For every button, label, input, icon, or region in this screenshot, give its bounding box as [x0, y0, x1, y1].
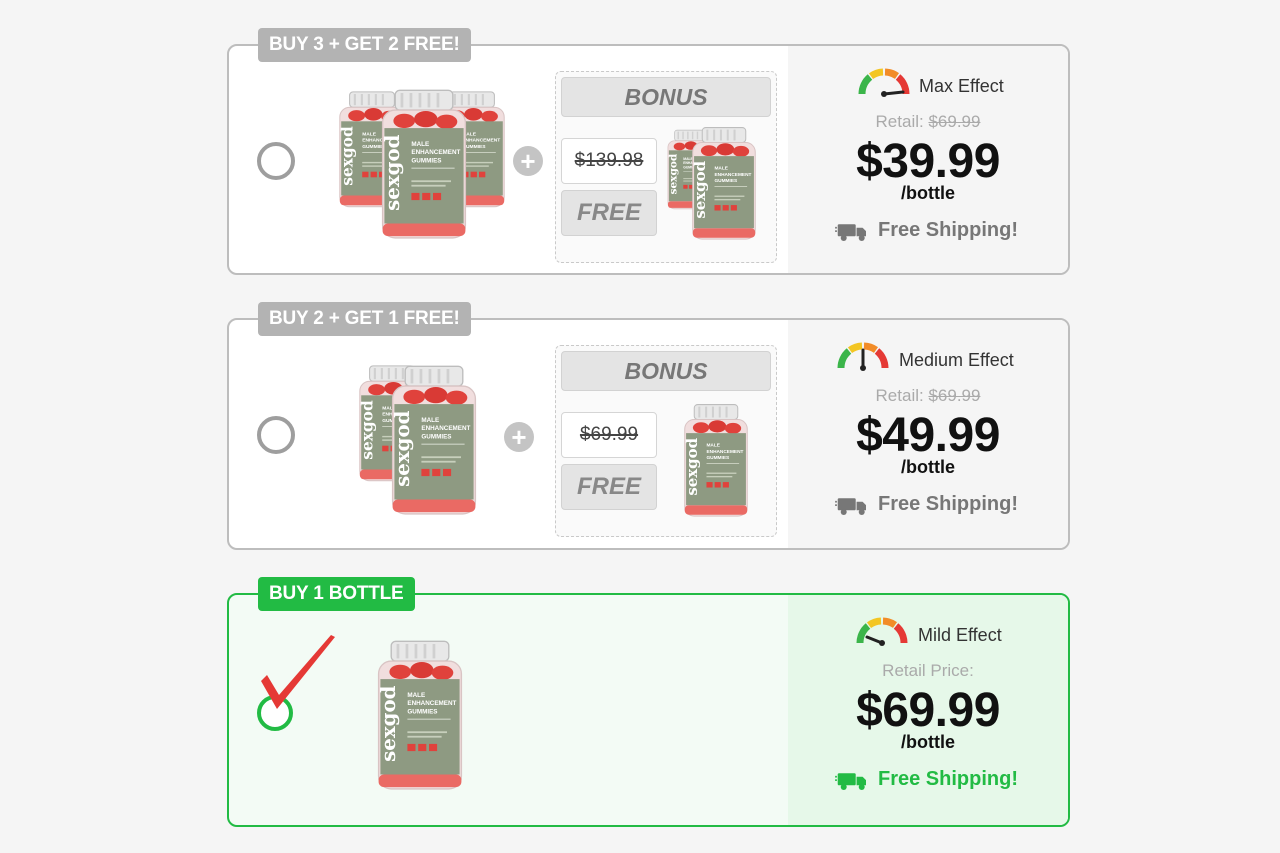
package-radio[interactable]: [257, 695, 293, 731]
delivery-truck-icon: [830, 769, 866, 793]
shipping-label: Free Shipping!: [878, 493, 1018, 515]
retail-price: Retail Price:: [882, 661, 974, 680]
bottle-image: [389, 356, 479, 526]
shipping-label: Free Shipping!: [878, 768, 1018, 790]
bonus-header: BONUS: [561, 77, 771, 117]
gauge-icon: [856, 617, 908, 647]
bottle-image: [375, 631, 465, 801]
price-panel: Mild Effect Retail Price: $69.99 /bottle…: [788, 595, 1068, 825]
effect-row: Mild Effect: [788, 617, 1068, 647]
unit-price: $69.99: [856, 684, 1000, 737]
bonus-free-label: FREE: [561, 464, 657, 510]
retail-price: Retail: $69.99: [875, 386, 981, 405]
retail-price: Retail: $69.99: [875, 112, 981, 131]
package-card-buy-2[interactable]: Medium Effect Retail: $69.99 $49.99 /bot…: [227, 302, 1070, 550]
effect-label: Medium Effect: [899, 350, 1014, 370]
delivery-truck-icon: [830, 494, 866, 518]
bonus-box: BONUS $139.98 FREE: [555, 71, 777, 263]
effect-row: Max Effect: [788, 68, 1068, 98]
effect-label: Mild Effect: [918, 625, 1002, 645]
bottle-image: [379, 80, 469, 250]
price-panel: Max Effect Retail: $69.99 $39.99 /bottle…: [788, 46, 1068, 273]
per-bottle: /bottle: [901, 732, 955, 752]
bonus-free-label: FREE: [561, 190, 657, 236]
effect-row: Medium Effect: [788, 342, 1068, 372]
shipping-label: Free Shipping!: [878, 219, 1018, 241]
package-badge: BUY 3 + GET 2 FREE!: [258, 28, 471, 62]
bonus-old-price: $139.98: [561, 138, 657, 184]
gauge-icon: [858, 68, 910, 98]
package-badge: BUY 1 BOTTLE: [258, 577, 415, 611]
bonus-header: BONUS: [561, 351, 771, 391]
unit-price: $39.99: [856, 135, 1000, 188]
package-card-buy-1[interactable]: Mild Effect Retail Price: $69.99 /bottle…: [227, 577, 1070, 827]
price-panel: Medium Effect Retail: $69.99 $49.99 /bot…: [788, 320, 1068, 548]
delivery-truck-icon: [830, 220, 866, 244]
plus-icon: +: [504, 422, 534, 452]
bottle-image: [682, 396, 750, 526]
gauge-icon: [837, 342, 889, 372]
plus-icon: +: [513, 146, 543, 176]
per-bottle: /bottle: [901, 183, 955, 203]
bonus-old-price: $69.99: [561, 412, 657, 458]
unit-price: $49.99: [856, 409, 1000, 462]
bonus-box: BONUS $69.99 FREE: [555, 345, 777, 537]
package-card-buy-3[interactable]: Max Effect Retail: $69.99 $39.99 /bottle…: [227, 28, 1070, 275]
package-radio[interactable]: [257, 142, 295, 180]
package-badge: BUY 2 + GET 1 FREE!: [258, 302, 471, 336]
package-radio[interactable]: [257, 416, 295, 454]
effect-label: Max Effect: [919, 76, 1004, 96]
bottle-image: [690, 122, 758, 246]
per-bottle: /bottle: [901, 457, 955, 477]
